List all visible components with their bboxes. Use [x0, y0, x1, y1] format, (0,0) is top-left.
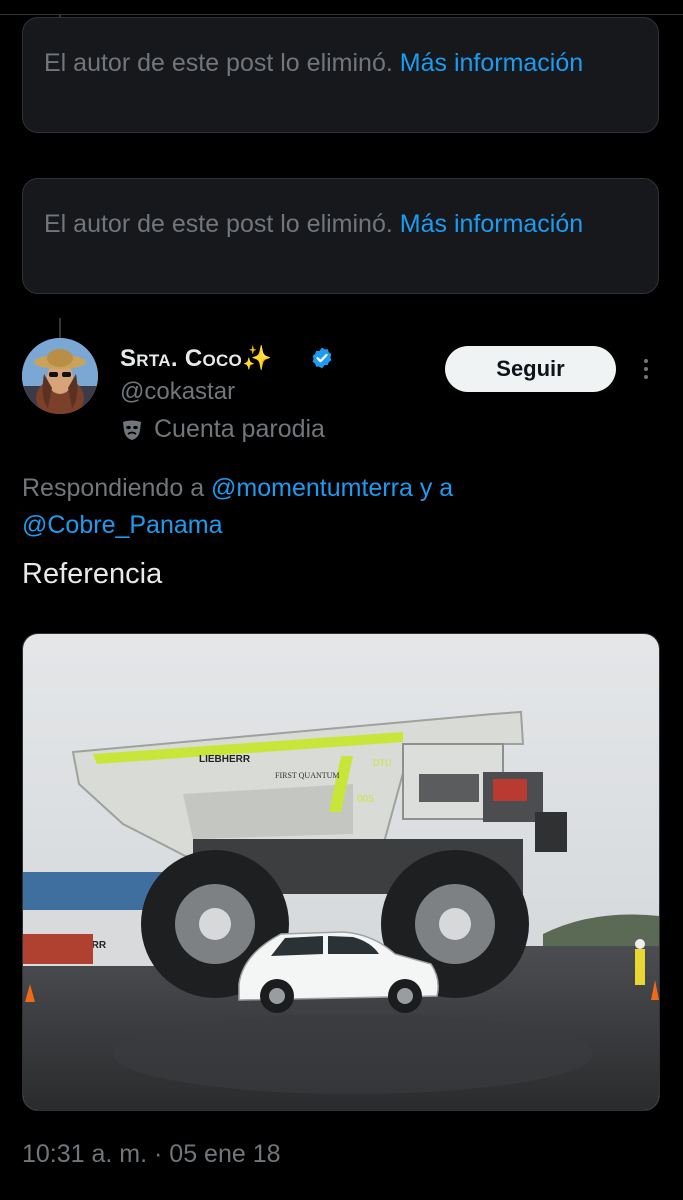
replying-prefix: Respondiendo a: [22, 474, 205, 502]
parody-mask-icon: [123, 420, 141, 440]
parody-text: Cuenta parodia: [154, 415, 325, 443]
replying-to: Respondiendo a @momentumterra y a @Cobre…: [22, 470, 642, 544]
post-image[interactable]: ERR LIEBHERR FIRST QUANTUM DTU 005: [22, 633, 660, 1111]
truck-unit-number-text: 005: [357, 794, 374, 805]
reply-and[interactable]: y a: [420, 474, 453, 502]
truck-unit-text: DTU: [373, 758, 392, 768]
verified-badge-icon: [312, 347, 332, 369]
follow-button[interactable]: Seguir: [445, 346, 616, 392]
deleted-post-notice: El autor de este post lo eliminó. Más in…: [22, 17, 659, 133]
display-name[interactable]: Srta. Coco✨: [120, 344, 272, 373]
post-timestamp[interactable]: 10:31 a. m. · 05 ene 18: [22, 1140, 281, 1169]
avatar[interactable]: [22, 338, 98, 414]
handle[interactable]: @cokastar: [120, 378, 235, 406]
truck-brand-text: LIEBHERR: [199, 754, 251, 765]
mention-link[interactable]: @Cobre_Panama: [22, 511, 223, 539]
parody-label: Cuenta parodia: [120, 415, 325, 444]
more-info-link[interactable]: Más información: [400, 210, 583, 238]
top-divider: [0, 0, 683, 15]
truck-company-text: FIRST QUANTUM: [275, 771, 340, 780]
mention-link[interactable]: @momentumterra: [211, 474, 413, 502]
thread-connector: [59, 318, 61, 338]
post-text: Referencia: [22, 558, 163, 590]
deleted-post-text: El autor de este post lo eliminó.: [44, 49, 393, 77]
deleted-post-text: El autor de este post lo eliminó.: [44, 210, 393, 238]
more-info-link[interactable]: Más información: [400, 49, 583, 77]
more-options-icon[interactable]: [634, 352, 658, 386]
deleted-post-notice: El autor de este post lo eliminó. Más in…: [22, 178, 659, 294]
